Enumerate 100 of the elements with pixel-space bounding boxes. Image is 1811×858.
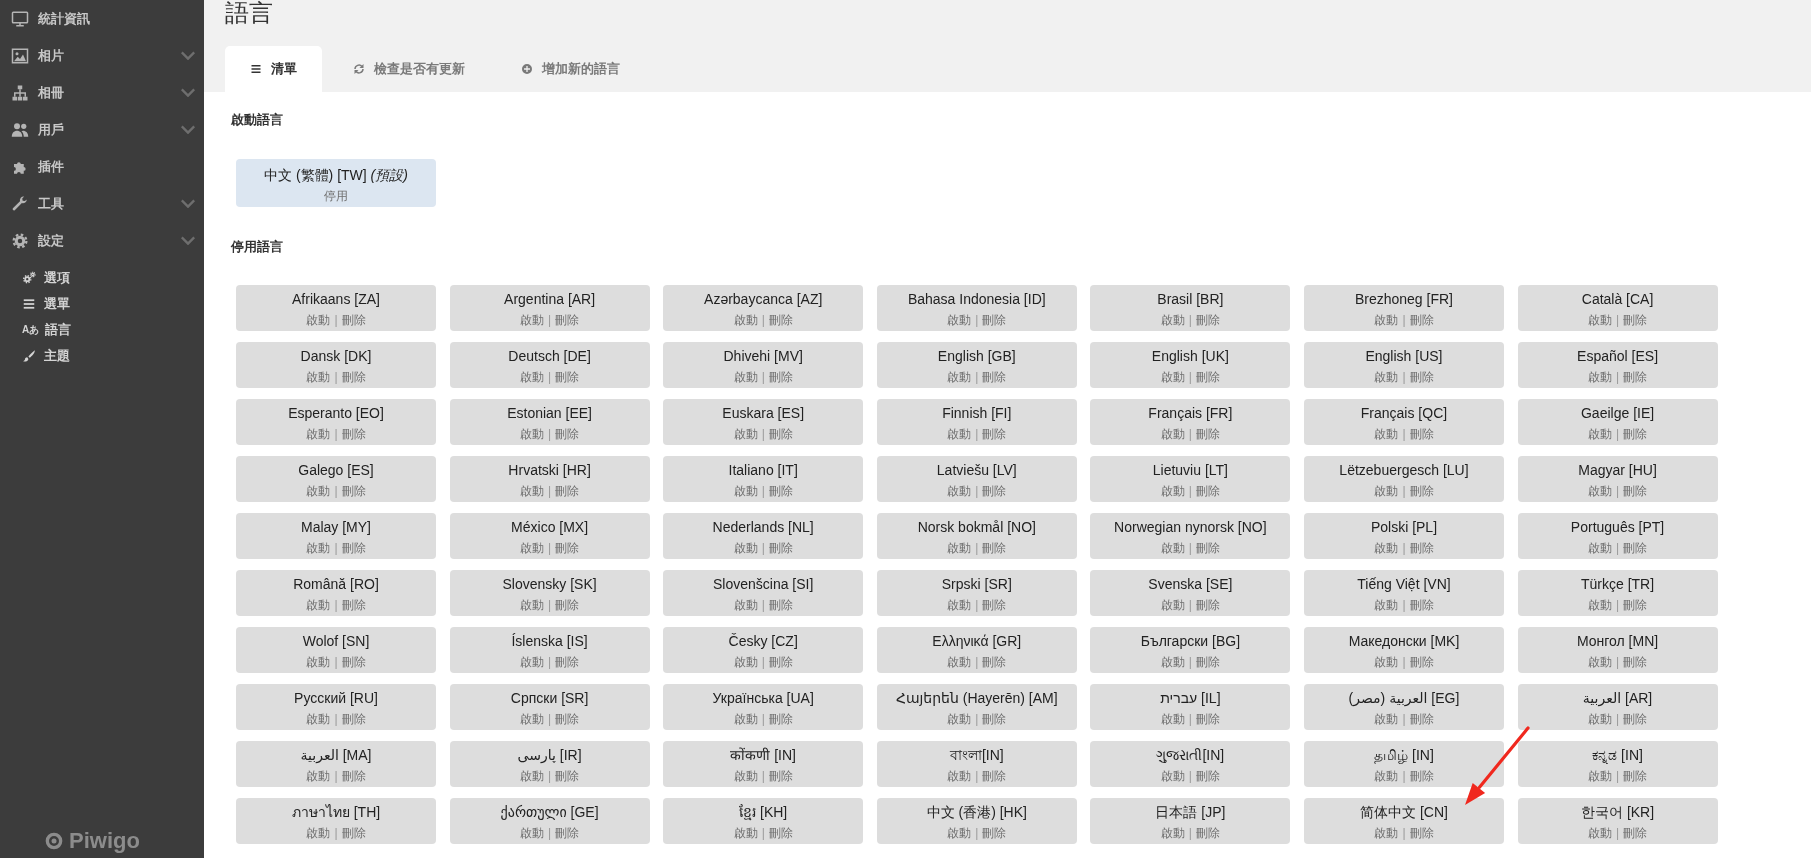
action-link[interactable]: 刪除: [1195, 483, 1220, 499]
action-link[interactable]: 啟動: [306, 768, 331, 784]
action-link[interactable]: 啟動: [306, 654, 331, 670]
action-link[interactable]: 刪除: [341, 426, 366, 442]
action-link[interactable]: 啟動: [1588, 711, 1612, 727]
action-link[interactable]: 刪除: [982, 597, 1007, 613]
action-link[interactable]: 啟動: [1374, 597, 1399, 613]
action-link[interactable]: 刪除: [555, 768, 580, 784]
action-link[interactable]: 啟動: [733, 711, 758, 727]
action-link[interactable]: 刪除: [768, 825, 793, 841]
action-link[interactable]: 刪除: [1409, 597, 1434, 613]
action-link[interactable]: 啟動: [733, 768, 758, 784]
action-link[interactable]: 刪除: [1409, 540, 1434, 556]
tab[interactable]: 清單: [225, 46, 322, 92]
action-link[interactable]: 停用: [324, 188, 348, 204]
tab[interactable]: 增加新的語言: [496, 46, 645, 92]
action-link[interactable]: 刪除: [982, 426, 1007, 442]
action-link[interactable]: 刪除: [1195, 711, 1220, 727]
action-link[interactable]: 刪除: [1195, 312, 1220, 328]
action-link[interactable]: 啟動: [947, 426, 972, 442]
action-link[interactable]: 刪除: [1195, 369, 1220, 385]
action-link[interactable]: 啟動: [306, 597, 331, 613]
action-link[interactable]: 刪除: [768, 483, 793, 499]
action-link[interactable]: 啟動: [1588, 312, 1612, 328]
action-link[interactable]: 啟動: [947, 597, 972, 613]
action-link[interactable]: 啟動: [1588, 654, 1612, 670]
action-link[interactable]: 啟動: [1588, 540, 1612, 556]
action-link[interactable]: 刪除: [341, 369, 366, 385]
action-link[interactable]: 刪除: [1623, 654, 1648, 670]
action-link[interactable]: 啟動: [947, 483, 972, 499]
action-link[interactable]: 刪除: [555, 540, 580, 556]
action-link[interactable]: 刪除: [1409, 768, 1434, 784]
action-link[interactable]: 刪除: [982, 768, 1007, 784]
action-link[interactable]: 刪除: [1195, 540, 1220, 556]
sidebar-item[interactable]: 相冊: [0, 74, 204, 111]
action-link[interactable]: 啟動: [947, 825, 972, 841]
action-link[interactable]: 刪除: [982, 540, 1007, 556]
action-link[interactable]: 啟動: [1374, 483, 1399, 499]
action-link[interactable]: 啟動: [306, 711, 331, 727]
action-link[interactable]: 啟動: [520, 654, 545, 670]
action-link[interactable]: 刪除: [982, 654, 1007, 670]
action-link[interactable]: 啟動: [1374, 369, 1399, 385]
action-link[interactable]: 啟動: [733, 312, 758, 328]
action-link[interactable]: 刪除: [1623, 825, 1648, 841]
action-link[interactable]: 啟動: [947, 711, 972, 727]
action-link[interactable]: 啟動: [1374, 711, 1399, 727]
action-link[interactable]: 刪除: [1409, 825, 1434, 841]
action-link[interactable]: 刪除: [555, 312, 580, 328]
action-link[interactable]: 刪除: [1409, 483, 1434, 499]
action-link[interactable]: 啟動: [1588, 483, 1612, 499]
action-link[interactable]: 刪除: [341, 483, 366, 499]
action-link[interactable]: 刪除: [1623, 540, 1648, 556]
action-link[interactable]: 啟動: [520, 768, 545, 784]
action-link[interactable]: 啟動: [1160, 654, 1185, 670]
action-link[interactable]: 刪除: [1623, 483, 1648, 499]
action-link[interactable]: 啟動: [306, 369, 331, 385]
action-link[interactable]: 啟動: [1160, 483, 1185, 499]
action-link[interactable]: 啟動: [520, 369, 545, 385]
action-link[interactable]: 啟動: [1374, 540, 1399, 556]
action-link[interactable]: 刪除: [1623, 768, 1648, 784]
sidebar-subitem[interactable]: 選項: [0, 265, 204, 291]
action-link[interactable]: 啟動: [520, 597, 545, 613]
action-link[interactable]: 啟動: [1160, 369, 1185, 385]
action-link[interactable]: 啟動: [520, 711, 545, 727]
action-link[interactable]: 啟動: [520, 426, 545, 442]
action-link[interactable]: 啟動: [947, 312, 972, 328]
action-link[interactable]: 刪除: [1623, 369, 1648, 385]
action-link[interactable]: 刪除: [768, 369, 793, 385]
action-link[interactable]: 啟動: [1588, 597, 1612, 613]
action-link[interactable]: 啟動: [520, 825, 545, 841]
action-link[interactable]: 刪除: [768, 312, 793, 328]
action-link[interactable]: 啟動: [1374, 426, 1399, 442]
action-link[interactable]: 刪除: [982, 369, 1007, 385]
action-link[interactable]: 啟動: [1374, 312, 1399, 328]
action-link[interactable]: 刪除: [1195, 597, 1220, 613]
action-link[interactable]: 啟動: [306, 426, 331, 442]
sidebar-item[interactable]: 用戶: [0, 111, 204, 148]
action-link[interactable]: 刪除: [1409, 654, 1434, 670]
action-link[interactable]: 刪除: [982, 483, 1007, 499]
action-link[interactable]: 啟動: [306, 312, 331, 328]
action-link[interactable]: 啟動: [1588, 768, 1612, 784]
action-link[interactable]: 刪除: [341, 825, 366, 841]
action-link[interactable]: 刪除: [768, 654, 793, 670]
action-link[interactable]: 刪除: [341, 312, 366, 328]
action-link[interactable]: 刪除: [1623, 597, 1648, 613]
action-link[interactable]: 啟動: [1160, 711, 1185, 727]
action-link[interactable]: 啟動: [306, 825, 331, 841]
sidebar-item[interactable]: 統計資訊: [0, 0, 204, 37]
action-link[interactable]: 啟動: [947, 369, 972, 385]
action-link[interactable]: 刪除: [555, 426, 580, 442]
action-link[interactable]: 啟動: [520, 312, 545, 328]
action-link[interactable]: 刪除: [341, 768, 366, 784]
tab[interactable]: 檢查是否有更新: [328, 46, 490, 92]
action-link[interactable]: 啟動: [1160, 768, 1185, 784]
action-link[interactable]: 刪除: [1623, 426, 1648, 442]
sidebar-item[interactable]: 插件: [0, 148, 204, 185]
action-link[interactable]: 啟動: [1374, 768, 1399, 784]
action-link[interactable]: 刪除: [1409, 312, 1434, 328]
action-link[interactable]: 啟動: [947, 654, 972, 670]
action-link[interactable]: 啟動: [733, 654, 758, 670]
